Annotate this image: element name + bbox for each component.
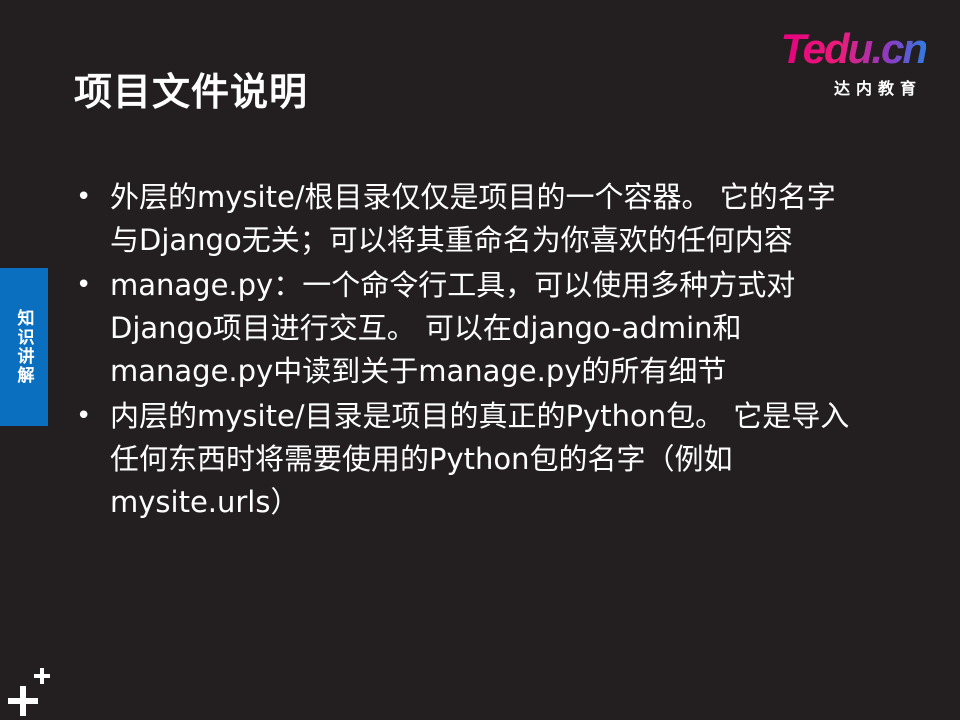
tedu-logo: Tedu.cn 达内教育 xyxy=(748,25,928,100)
slide-title: 项目文件说明 xyxy=(74,70,309,114)
bullet-item: • manage.py：一个命令行工具，可以使用多种方式对Django项目进行交… xyxy=(76,264,856,393)
bullet-marker: • xyxy=(76,270,92,300)
bullet-marker: • xyxy=(76,401,92,431)
logo-subtitle: 达内教育 xyxy=(833,79,922,98)
bullet-marker: • xyxy=(76,182,92,212)
bullet-item: • 外层的mysite/根目录仅仅是项目的一个容器。 它的名字与Django无关… xyxy=(76,176,856,262)
bullet-list: • 外层的mysite/根目录仅仅是项目的一个容器。 它的名字与Django无关… xyxy=(76,176,856,526)
side-tab: 知识讲解 xyxy=(0,268,48,426)
plus-decoration-icon xyxy=(8,668,50,716)
bullet-text: manage.py：一个命令行工具，可以使用多种方式对Django项目进行交互。… xyxy=(110,268,796,388)
bullet-text: 内层的mysite/目录是项目的真正的Python包。 它是导入任何东西时将需要… xyxy=(110,399,850,519)
bullet-text: 外层的mysite/根目录仅仅是项目的一个容器。 它的名字与Django无关；可… xyxy=(110,180,836,257)
side-tab-label: 知识讲解 xyxy=(13,309,34,385)
bullet-item: • 内层的mysite/目录是项目的真正的Python包。 它是导入任何东西时将… xyxy=(76,395,856,524)
logo-brand: Tedu.cn xyxy=(780,25,928,72)
